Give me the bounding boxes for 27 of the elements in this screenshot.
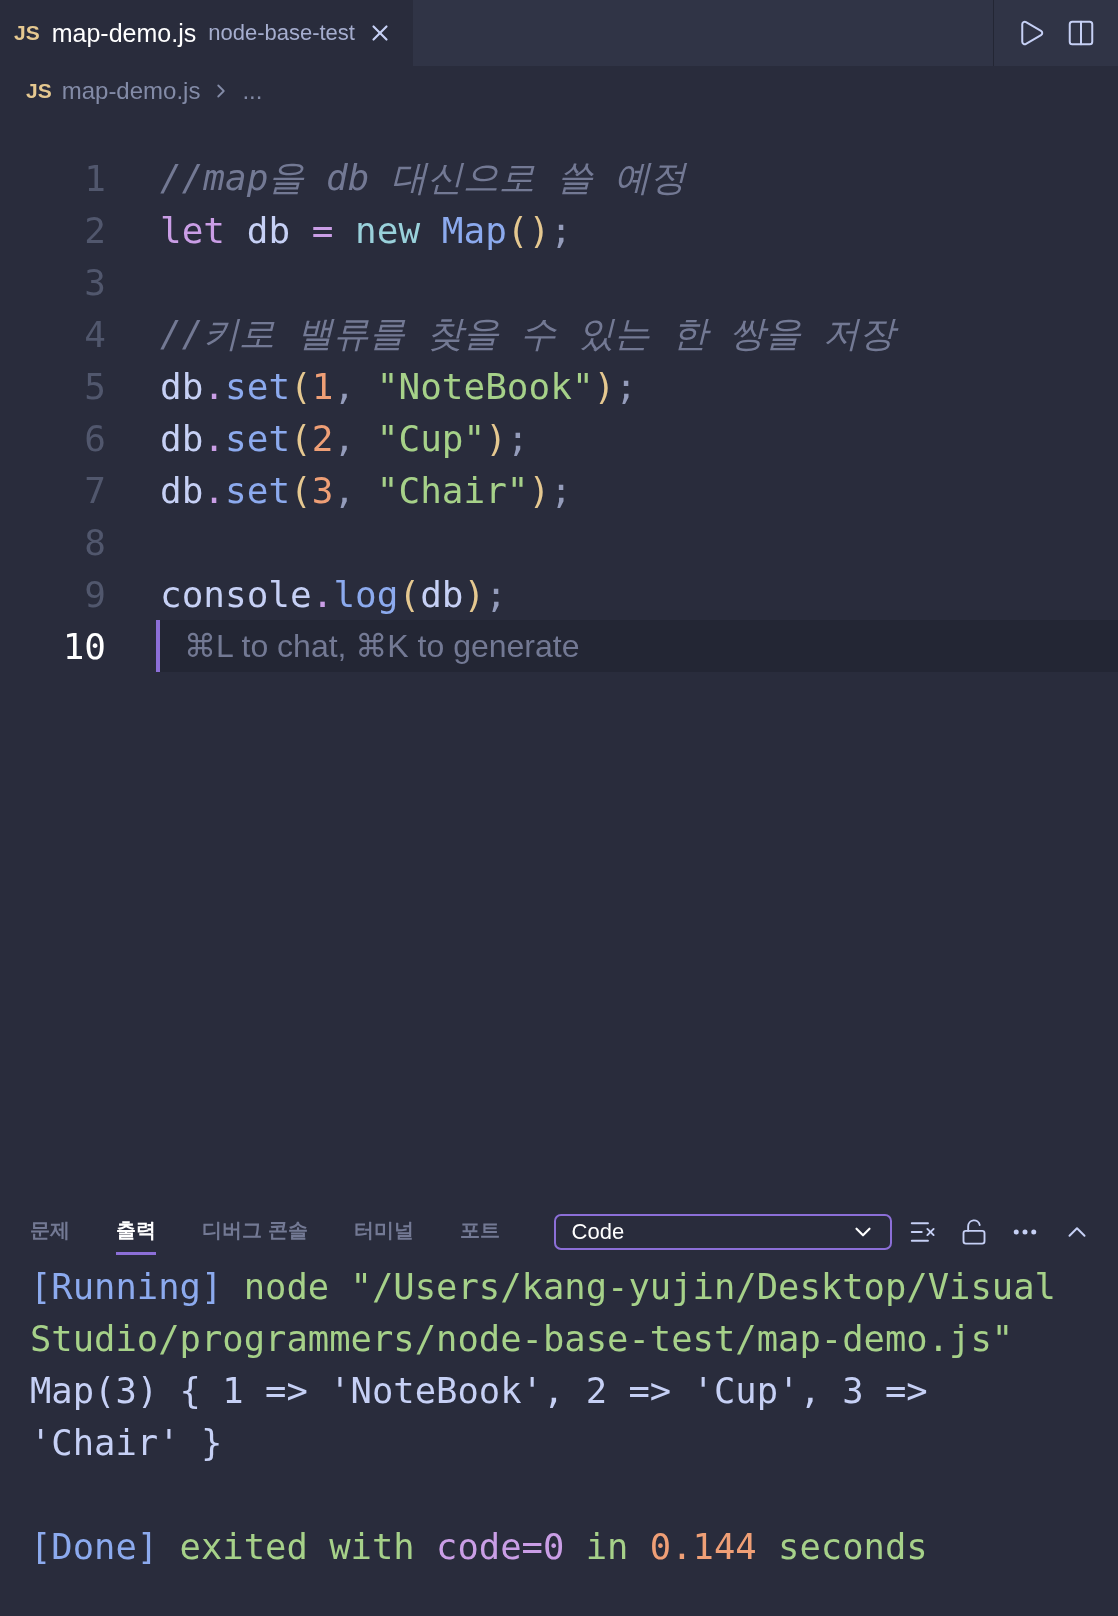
breadcrumb-item[interactable]: map-demo.js (61, 77, 201, 105)
line-number: 10 (61, 625, 106, 667)
code-line: //map을 db 대신으로 쓸 예정 (160, 155, 687, 200)
output-channel-dropdown[interactable]: Code (553, 1214, 892, 1250)
javascript-file-icon: JS (14, 21, 40, 45)
breadcrumb-item[interactable]: ... (242, 77, 263, 105)
code-line: db.set(2, "Cup"); (160, 417, 529, 459)
split-editor-icon[interactable] (1066, 18, 1096, 48)
output-line: [Running] node "/Users/kang-yujin/Desktop/Visual (30, 1265, 1056, 1307)
output-line: 'Chair' } (30, 1421, 223, 1463)
panel-tab[interactable]: 포트 (459, 1209, 500, 1255)
output-line: Map(3) { 1 => 'NoteBook', 2 => 'Cup', 3 => (30, 1369, 928, 1411)
javascript-file-icon: JS (26, 79, 52, 103)
output-line: Studio/programmers/node-base-test/map-demo.js" (30, 1317, 1014, 1359)
code-line: db.set(3, "Chair"); (160, 469, 572, 511)
editor-tab[interactable]: JS map-demo.js node-base-test (0, 0, 413, 66)
code-line: console.log(db); (160, 573, 507, 615)
panel-tab[interactable]: 출력 (116, 1209, 156, 1255)
tab-description: node-base-test (208, 20, 355, 46)
code-line: db.set(1, "NoteBook"); (160, 365, 637, 407)
code-line: let db = new Map(); (160, 209, 572, 251)
tab-title: map-demo.js (51, 18, 197, 48)
panel-tab[interactable]: 문제 (30, 1209, 70, 1255)
output-line: [Done] exited with code=0 in 0.144 seconds (30, 1525, 928, 1567)
inline-hint: ⌘L to chat, ⌘K to generate (184, 627, 580, 665)
panel-tab[interactable]: 터미널 (353, 1209, 414, 1255)
panel-tab[interactable]: 디버그 콘솔 (202, 1209, 308, 1255)
